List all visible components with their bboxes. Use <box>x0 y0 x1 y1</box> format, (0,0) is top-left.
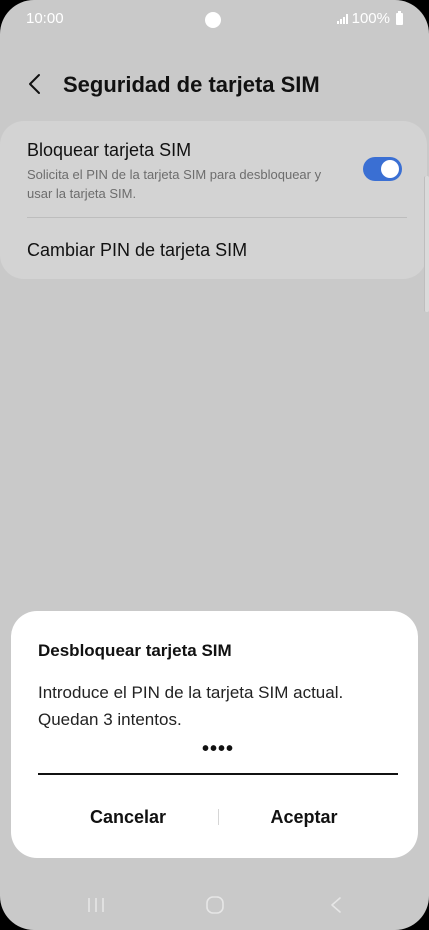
navigation-bar <box>0 880 429 930</box>
dialog-title: Desbloquear tarjeta SIM <box>38 641 232 660</box>
battery-icon <box>396 10 403 25</box>
battery-percent: 100% <box>351 10 390 27</box>
dialog-message: Introduce el PIN de la tarjeta SIM actua… <box>38 683 344 729</box>
page-title: Seguridad de tarjeta SIM <box>63 72 320 97</box>
accept-button[interactable]: Aceptar <box>209 799 399 835</box>
change-pin-item[interactable]: Cambiar PIN de tarjeta SIM <box>27 240 247 261</box>
settings-card: Bloquear tarjeta SIM Solicita el PIN de … <box>0 121 427 279</box>
lock-sim-toggle[interactable] <box>363 157 402 181</box>
camera-cutout-icon <box>205 12 221 28</box>
home-icon[interactable] <box>206 896 224 914</box>
status-time: 10:00 <box>26 10 64 27</box>
phone-screen: 10:00 100% Seguridad de tarjeta SIM Bloq… <box>0 0 429 930</box>
toggle-knob <box>381 160 399 178</box>
pin-input-underline <box>38 773 398 775</box>
status-bar: 10:00 100% <box>0 0 429 40</box>
status-right: 100% <box>336 10 403 27</box>
cancel-button[interactable]: Cancelar <box>33 799 223 835</box>
chevron-left-icon[interactable] <box>24 72 48 96</box>
recent-apps-icon[interactable] <box>86 896 106 914</box>
page-header: Seguridad de tarjeta SIM <box>0 60 429 110</box>
lock-sim-description: Solicita el PIN de la tarjeta SIM para d… <box>27 167 322 201</box>
back-icon[interactable] <box>328 896 344 914</box>
scrollbar[interactable] <box>424 176 429 312</box>
divider <box>27 217 407 218</box>
unlock-sim-dialog: Desbloquear tarjeta SIM Introduce el PIN… <box>11 611 418 858</box>
signal-icon <box>336 13 348 24</box>
lock-sim-title[interactable]: Bloquear tarjeta SIM <box>27 140 191 161</box>
pin-input[interactable]: •••• <box>38 738 398 772</box>
